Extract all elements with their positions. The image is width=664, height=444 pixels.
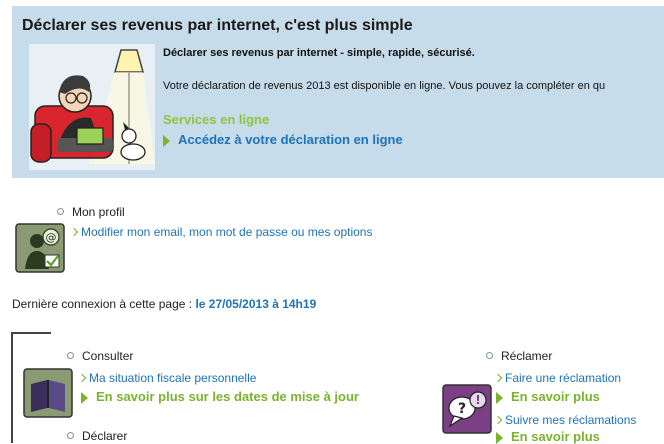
declarer-heading: Déclarer (67, 429, 127, 443)
profile-heading: Mon profil (57, 205, 125, 219)
consulter-icon (23, 368, 73, 423)
reclamer-icon: ? ! (442, 384, 492, 439)
svg-text:?: ? (458, 401, 466, 417)
profile-heading-label: Mon profil (72, 205, 125, 219)
update-dates-info-link[interactable]: En savoir plus sur les dates de mise à j… (81, 389, 359, 404)
last-connection: Dernière connexion à cette page : le 27/… (12, 297, 316, 311)
book-icon (23, 368, 73, 418)
banner-description: Votre déclaration de revenus 2013 est di… (163, 80, 606, 92)
reclamer-heading-label: Réclamer (501, 349, 553, 363)
section-frame-vertical (11, 332, 13, 443)
complaint-more-link[interactable]: En savoir plus (496, 389, 600, 404)
complaint-more-link-label: En savoir plus (511, 389, 600, 404)
consulter-heading-label: Consulter (82, 349, 134, 363)
chevron-right-icon (496, 391, 503, 404)
personal-tax-situation-link[interactable]: Ma situation fiscale personnelle (77, 371, 257, 385)
last-connection-label: Dernière connexion à cette page : (12, 297, 193, 311)
section-frame-horizontal (11, 332, 51, 334)
bullet-icon (57, 208, 64, 216)
bullet-icon (67, 432, 74, 440)
modify-profile-link[interactable]: Modifier mon email, mon mot de passe ou … (69, 225, 373, 239)
consulter-heading: Consulter (67, 349, 133, 363)
chevron-right-icon (77, 373, 87, 383)
track-complaints-link[interactable]: Suivre mes réclamations (493, 413, 637, 427)
chevron-right-icon (493, 373, 503, 383)
woman-laptop-illustration-icon (29, 44, 155, 170)
services-title: Services en ligne (163, 112, 270, 127)
last-connection-value: le 27/05/2013 à 14h19 (195, 297, 317, 311)
personal-tax-situation-link-label: Ma situation fiscale personnelle (89, 371, 257, 385)
track-complaints-link-label: Suivre mes réclamations (505, 413, 637, 427)
track-more-link[interactable]: En savoir plus (496, 429, 600, 444)
chevron-right-icon (81, 391, 88, 404)
modify-profile-link-label: Modifier mon email, mon mot de passe ou … (81, 225, 373, 239)
update-dates-info-link-label: En savoir plus sur les dates de mise à j… (96, 389, 359, 404)
chevron-right-icon (163, 134, 170, 147)
bullet-icon (486, 352, 493, 360)
promo-banner: Déclarer ses revenus par internet, c'est… (12, 6, 664, 178)
chevron-right-icon (69, 227, 79, 237)
banner-title: Déclarer ses revenus par internet, c'est… (22, 17, 413, 34)
bullet-icon (67, 352, 74, 360)
chevron-right-icon (493, 415, 503, 425)
make-complaint-link[interactable]: Faire une réclamation (493, 371, 622, 385)
banner-subtitle: Déclarer ses revenus par internet - simp… (163, 47, 475, 59)
svg-text:!: ! (475, 393, 480, 407)
declarer-heading-label: Déclarer (82, 429, 128, 443)
make-complaint-link-label: Faire une réclamation (505, 371, 622, 385)
declaration-online-link[interactable]: Accédez à votre déclaration en ligne (163, 132, 403, 147)
track-more-link-label: En savoir plus (511, 429, 600, 444)
banner-illustration (29, 44, 155, 170)
user-email-icon: @ (15, 223, 65, 273)
declaration-online-link-label: Accédez à votre déclaration en ligne (178, 132, 403, 147)
reclamer-heading: Réclamer (486, 349, 552, 363)
speech-question-icon: ? ! (442, 384, 492, 434)
profile-icon: @ (15, 223, 65, 278)
chevron-right-icon (496, 431, 503, 444)
svg-text:@: @ (46, 231, 57, 244)
